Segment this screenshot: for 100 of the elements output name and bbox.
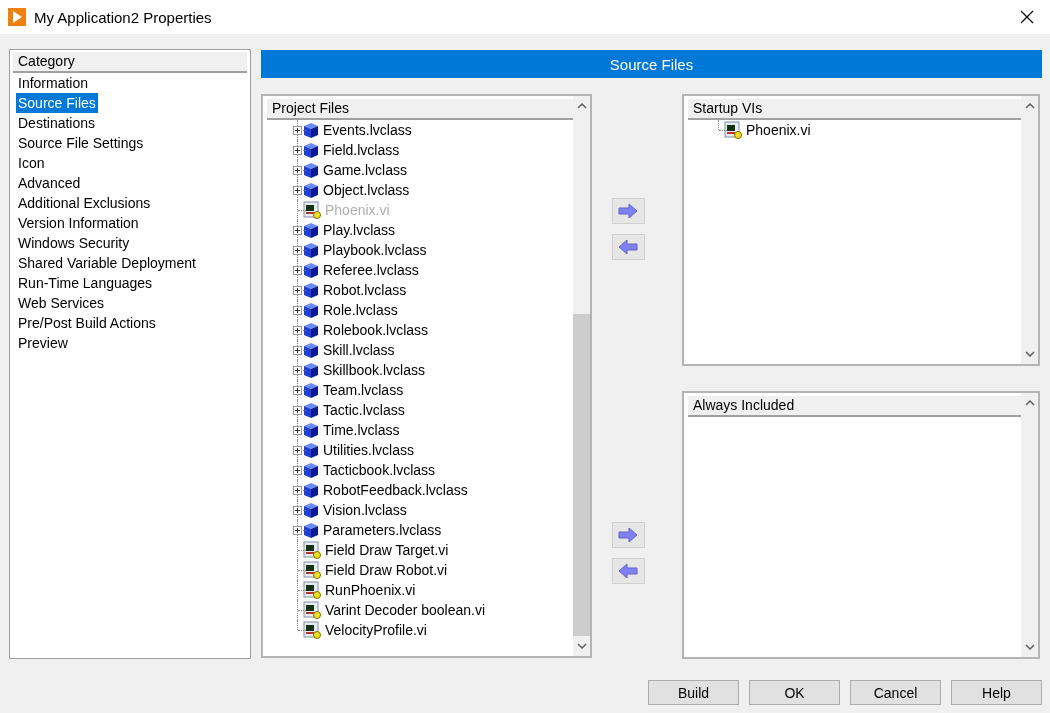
cube-icon [303, 481, 319, 499]
expand-toggle[interactable] [293, 346, 302, 355]
vi-file-icon [724, 121, 742, 139]
scroll-down-icon[interactable] [1024, 644, 1035, 650]
remove-button[interactable] [611, 234, 645, 260]
category-item[interactable]: Preview [16, 333, 70, 353]
tree-item[interactable]: RunPhoenix.vi [325, 582, 416, 598]
tree-item[interactable]: Object.lvclass [323, 182, 410, 198]
cube-icon [303, 221, 319, 239]
category-item[interactable]: Version Information [16, 213, 141, 233]
column-header: Project Files [267, 99, 573, 120]
category-item[interactable]: Web Services [16, 293, 107, 313]
vi-file-icon [303, 621, 321, 639]
category-item[interactable]: Pre/Post Build Actions [16, 313, 158, 333]
cube-icon [303, 241, 319, 259]
expand-toggle[interactable] [293, 526, 302, 535]
cube-icon [303, 121, 319, 139]
cube-icon [303, 301, 319, 319]
category-item[interactable]: Icon [16, 153, 47, 173]
expand-toggle[interactable] [293, 446, 302, 455]
expand-toggle[interactable] [293, 126, 302, 135]
expand-toggle[interactable] [293, 306, 302, 315]
tree-item[interactable]: Skill.lvclass [323, 342, 395, 358]
expand-toggle[interactable] [293, 326, 302, 335]
cube-icon [303, 141, 319, 159]
cube-icon [303, 341, 319, 359]
add-button[interactable] [611, 522, 645, 548]
category-item[interactable]: Run-Time Languages [16, 273, 155, 293]
tree-item[interactable]: Referee.lvclass [323, 262, 419, 278]
expand-toggle[interactable] [293, 246, 302, 255]
close-icon [1020, 10, 1034, 24]
column-header: Startup VIs [688, 99, 1021, 120]
vi-file-icon [303, 541, 321, 559]
tree-item[interactable]: Time.lvclass [323, 422, 400, 438]
remove-button[interactable] [611, 558, 645, 584]
tree-item[interactable]: Play.lvclass [323, 222, 396, 238]
category-item[interactable]: Source File Settings [16, 133, 146, 153]
column-header: Category [13, 52, 247, 73]
tree-item[interactable]: VelocityProfile.vi [325, 622, 427, 638]
expand-toggle[interactable] [293, 226, 302, 235]
category-item[interactable]: Advanced [16, 173, 83, 193]
expand-toggle[interactable] [293, 406, 302, 415]
left-arrow-icon [618, 240, 638, 254]
scroll-up-icon[interactable] [576, 103, 587, 109]
right-arrow-icon [618, 528, 638, 542]
expand-toggle[interactable] [293, 506, 302, 515]
tree-item[interactable]: Events.lvclass [323, 122, 412, 138]
expand-toggle[interactable] [293, 266, 302, 275]
tree-item[interactable]: Field Draw Target.vi [325, 542, 449, 558]
tree-item[interactable]: Skillbook.lvclass [323, 362, 425, 378]
tree-item[interactable]: Tacticbook.lvclass [323, 462, 436, 478]
vi-file-icon [303, 601, 321, 619]
scroll-down-icon[interactable] [1024, 351, 1035, 357]
scrollbar-thumb[interactable] [573, 313, 590, 636]
category-item[interactable]: Source Files [16, 93, 98, 113]
dialog-button[interactable]: Cancel [850, 680, 941, 705]
cube-icon [303, 261, 319, 279]
cube-icon [303, 461, 319, 479]
tree-item[interactable]: Robot.lvclass [323, 282, 407, 298]
expand-toggle[interactable] [293, 286, 302, 295]
add-button[interactable] [611, 198, 645, 224]
dialog-button[interactable]: Help [951, 680, 1042, 705]
tree-item[interactable]: Varint Decoder boolean.vi [325, 602, 486, 618]
dialog-button[interactable]: OK [749, 680, 840, 705]
tree-item[interactable]: Field.lvclass [323, 142, 400, 158]
tree-item[interactable]: Utilities.lvclass [323, 442, 414, 458]
expand-toggle[interactable] [293, 186, 302, 195]
tree-item[interactable]: Rolebook.lvclass [323, 322, 429, 338]
category-item[interactable]: Additional Exclusions [16, 193, 153, 213]
tree-item[interactable]: Playbook.lvclass [323, 242, 427, 258]
scroll-up-icon[interactable] [1024, 400, 1035, 406]
category-item[interactable]: Windows Security [16, 233, 132, 253]
cube-icon [303, 361, 319, 379]
category-item[interactable]: Destinations [16, 113, 98, 133]
scroll-down-icon[interactable] [576, 643, 587, 649]
tree-item[interactable]: Game.lvclass [323, 162, 408, 178]
expand-toggle[interactable] [293, 366, 302, 375]
category-item[interactable]: Shared Variable Deployment [16, 253, 198, 273]
tree-item[interactable]: RobotFeedback.lvclass [323, 482, 468, 498]
cube-icon [303, 281, 319, 299]
tree-item[interactable]: Vision.lvclass [323, 502, 407, 518]
page-banner: Source Files [261, 50, 1042, 78]
expand-toggle[interactable] [293, 486, 302, 495]
expand-toggle[interactable] [293, 466, 302, 475]
expand-toggle[interactable] [293, 166, 302, 175]
dialog-button[interactable]: Build [648, 680, 739, 705]
expand-toggle[interactable] [293, 146, 302, 155]
vi-file-icon [303, 561, 321, 579]
left-arrow-icon [618, 564, 638, 578]
tree-item[interactable]: Parameters.lvclass [323, 522, 442, 538]
tree-item[interactable]: Phoenix.vi [746, 122, 811, 138]
scroll-up-icon[interactable] [1024, 103, 1035, 109]
category-item[interactable]: Information [16, 73, 91, 93]
expand-toggle[interactable] [293, 386, 302, 395]
cube-icon [303, 321, 319, 339]
tree-item[interactable]: Role.lvclass [323, 302, 398, 318]
tree-item[interactable]: Team.lvclass [323, 382, 404, 398]
tree-item[interactable]: Field Draw Robot.vi [325, 562, 448, 578]
expand-toggle[interactable] [293, 426, 302, 435]
tree-item[interactable]: Tactic.lvclass [323, 402, 405, 418]
